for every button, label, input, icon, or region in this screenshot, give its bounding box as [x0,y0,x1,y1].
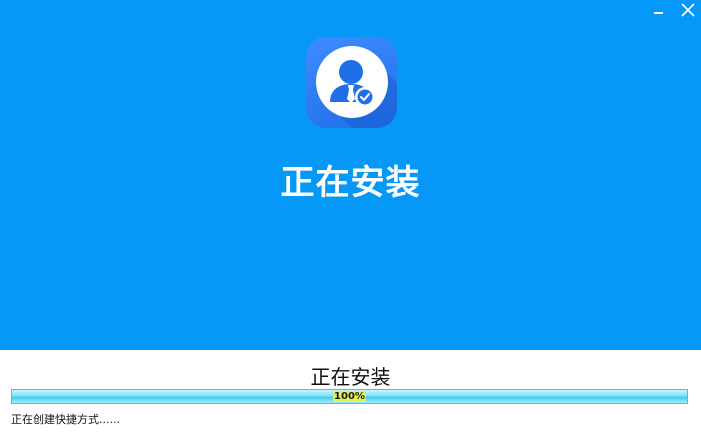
close-icon [681,3,695,17]
progress-label: 100% [12,390,687,403]
install-progress-bar: 100% [11,389,688,404]
progress-percent-text: 100% [333,391,366,402]
app-logo-icon [306,37,397,128]
close-button[interactable] [673,0,701,22]
user-check-icon [316,46,397,128]
hero-title: 正在安装 [280,163,421,203]
install-status-title: 正在安装 [310,365,391,389]
hero-banner: 正在安装 [0,0,701,350]
minimize-button[interactable] [645,0,673,22]
installer-window: 正在安装 正在安装 100% 正在创建快捷方式...... [0,0,701,437]
install-detail-text: 正在创建快捷方式...... [11,413,120,426]
window-controls [645,0,701,22]
